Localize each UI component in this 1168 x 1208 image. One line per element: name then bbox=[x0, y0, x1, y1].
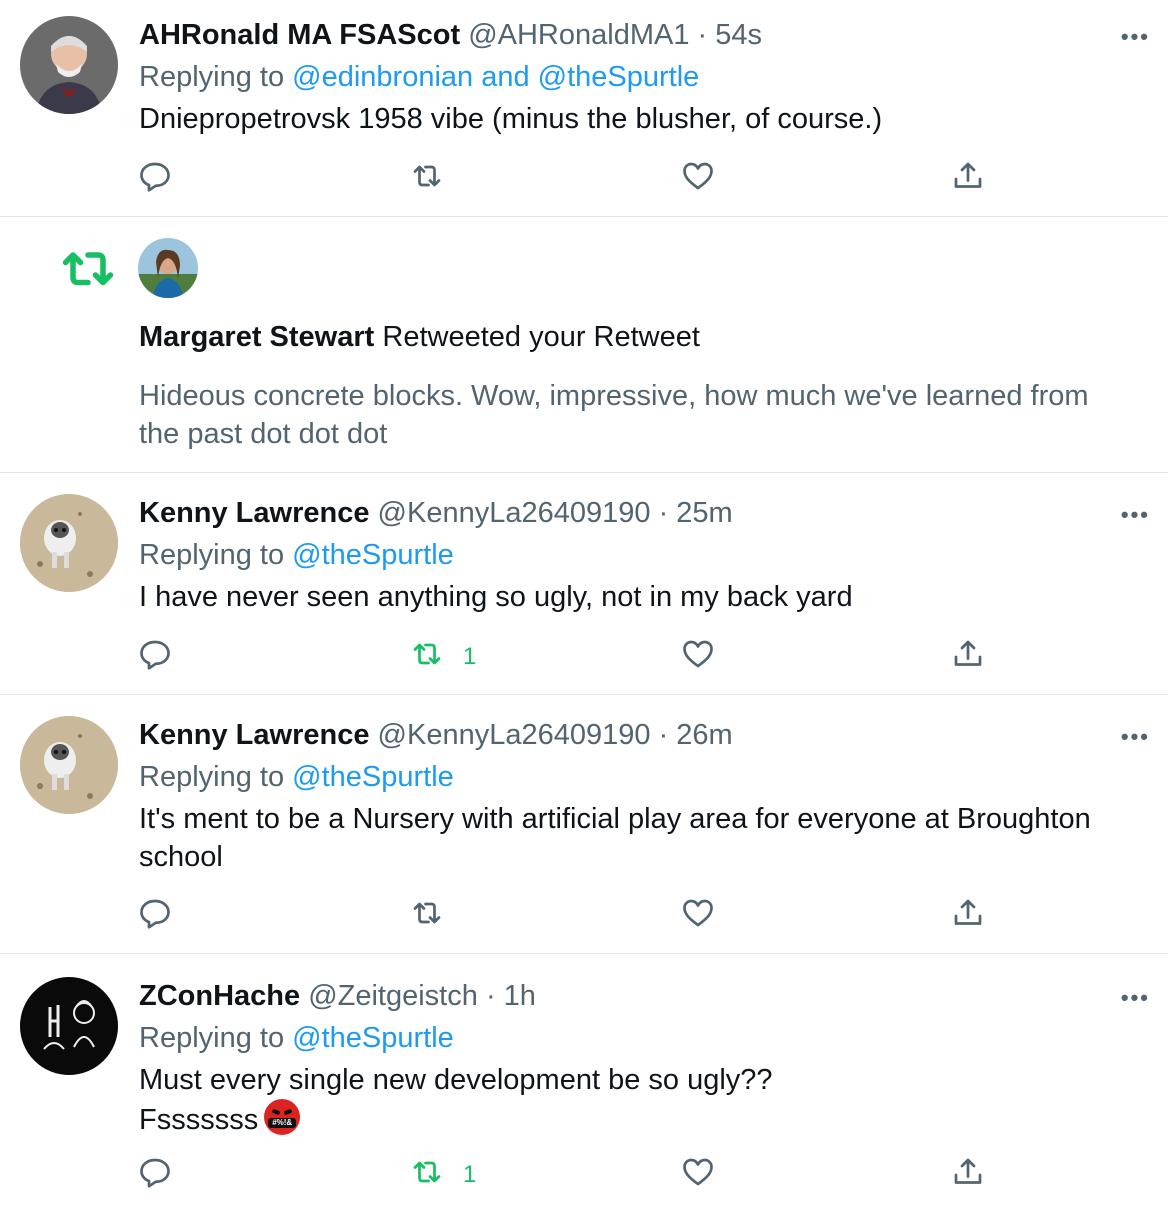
notification-line: Margaret Stewart Retweeted your Retweet bbox=[139, 320, 700, 354]
like-icon bbox=[680, 895, 720, 931]
replying-to: Replying to @theSpurtle bbox=[139, 538, 454, 572]
timestamp[interactable]: 54s bbox=[715, 19, 762, 51]
tweet-text: It's ment to be a Nursery with artificia… bbox=[139, 800, 1159, 876]
notification-action: Retweeted your Retweet bbox=[382, 321, 700, 353]
author-line: Kenny Lawrence @KennyLa26409190 · 25m bbox=[139, 496, 733, 530]
more-icon[interactable]: ••• bbox=[1121, 24, 1150, 50]
like-icon bbox=[680, 158, 720, 194]
replying-prefix: Replying to bbox=[139, 761, 285, 793]
share-icon bbox=[950, 636, 990, 672]
more-icon[interactable]: ••• bbox=[1121, 985, 1150, 1011]
tweet-text-line: It's ment to be a Nursery with artificia… bbox=[139, 803, 1091, 835]
tweet[interactable]: AHRonald MA FSAScot @AHRonaldMA1 · 54s •… bbox=[0, 0, 1168, 217]
tweet-text-line: Fsssssss #%!& bbox=[139, 1099, 1159, 1139]
like-icon bbox=[680, 636, 720, 672]
display-name[interactable]: AHRonald MA FSAScot bbox=[139, 19, 460, 51]
handle[interactable]: @KennyLa26409190 bbox=[378, 719, 651, 751]
emoji-symbols: #%!& bbox=[268, 1118, 297, 1128]
separator: · bbox=[485, 980, 496, 1012]
share-button[interactable] bbox=[950, 895, 990, 935]
share-button[interactable] bbox=[950, 636, 990, 676]
tweet-text: I have never seen anything so ugly, not … bbox=[139, 581, 853, 613]
mention-link[interactable]: @theSpurtle bbox=[292, 761, 454, 793]
retweet-notification[interactable]: Margaret Stewart Retweeted your Retweet … bbox=[0, 217, 1168, 473]
like-button[interactable] bbox=[680, 895, 720, 935]
handle[interactable]: @KennyLa26409190 bbox=[378, 497, 651, 529]
timestamp[interactable]: 25m bbox=[676, 497, 732, 529]
display-name[interactable]: Kenny Lawrence bbox=[139, 719, 369, 751]
reply-icon bbox=[137, 1154, 177, 1190]
handle[interactable]: @Zeitgeistch bbox=[308, 980, 478, 1012]
retweet-icon bbox=[409, 636, 449, 672]
reply-icon bbox=[137, 636, 177, 672]
tweet-text: Must every single new development be so … bbox=[139, 1061, 1159, 1139]
retweet-count: 1 bbox=[463, 1161, 477, 1188]
reply-icon bbox=[137, 158, 177, 194]
replying-to: Replying to @edinbronian and @theSpurtle bbox=[139, 60, 699, 94]
share-button[interactable] bbox=[950, 158, 990, 198]
tweet-text: Dniepropetrovsk 1958 vibe (minus the blu… bbox=[139, 103, 883, 135]
avatar[interactable] bbox=[20, 716, 118, 814]
reply-button[interactable] bbox=[137, 158, 177, 198]
mention-link[interactable]: @edinbronian and @theSpurtle bbox=[292, 61, 699, 93]
tweet-text-fragment: Fsssssss bbox=[139, 1104, 259, 1136]
display-name[interactable]: Margaret Stewart bbox=[139, 321, 374, 353]
like-icon bbox=[680, 1154, 720, 1190]
avatar[interactable] bbox=[20, 16, 118, 114]
author-line: AHRonald MA FSAScot @AHRonaldMA1 · 54s bbox=[139, 18, 762, 52]
retweet-icon bbox=[409, 895, 449, 931]
replying-to: Replying to @theSpurtle bbox=[139, 1021, 454, 1055]
avatar[interactable] bbox=[20, 977, 118, 1075]
tweet[interactable]: Kenny Lawrence @KennyLa26409190 · 26m ••… bbox=[0, 695, 1168, 954]
like-button[interactable] bbox=[680, 1154, 720, 1194]
retweet-count: 1 bbox=[463, 643, 477, 670]
more-icon[interactable]: ••• bbox=[1121, 502, 1150, 528]
tweet[interactable]: Kenny Lawrence @KennyLa26409190 · 25m ••… bbox=[0, 473, 1168, 695]
retweet-button[interactable] bbox=[409, 1154, 449, 1194]
separator: · bbox=[658, 719, 669, 751]
retweet-icon bbox=[56, 245, 120, 295]
mention-link[interactable]: @theSpurtle bbox=[292, 539, 454, 571]
retweet-button[interactable] bbox=[409, 636, 449, 676]
retweet-icon bbox=[409, 158, 449, 194]
quoted-text: Hideous concrete blocks. Wow, impressive… bbox=[139, 377, 1159, 453]
share-icon bbox=[950, 158, 990, 194]
share-button[interactable] bbox=[950, 1154, 990, 1194]
mention-link[interactable]: @theSpurtle bbox=[292, 1022, 454, 1054]
reply-button[interactable] bbox=[137, 895, 177, 935]
tweet-text-line: Must every single new development be so … bbox=[139, 1064, 773, 1096]
display-name[interactable]: Kenny Lawrence bbox=[139, 497, 369, 529]
more-icon[interactable]: ••• bbox=[1121, 724, 1150, 750]
timestamp[interactable]: 26m bbox=[676, 719, 732, 751]
retweet-button[interactable] bbox=[409, 895, 449, 935]
handle[interactable]: @AHRonaldMA1 bbox=[468, 19, 689, 51]
like-button[interactable] bbox=[680, 158, 720, 198]
reply-icon bbox=[137, 895, 177, 931]
author-line: ZConHache @Zeitgeistch · 1h bbox=[139, 979, 536, 1013]
display-name[interactable]: ZConHache bbox=[139, 980, 300, 1012]
avatar[interactable] bbox=[20, 494, 118, 592]
reply-button[interactable] bbox=[137, 636, 177, 676]
replying-prefix: Replying to bbox=[139, 61, 285, 93]
share-icon bbox=[950, 1154, 990, 1190]
timestamp[interactable]: 1h bbox=[504, 980, 536, 1012]
quoted-text-line: Hideous concrete blocks. Wow, impressive… bbox=[139, 380, 1089, 412]
reply-button[interactable] bbox=[137, 1154, 177, 1194]
retweet-button[interactable] bbox=[409, 158, 449, 198]
tweet-text-line: school bbox=[139, 841, 223, 873]
tweet[interactable]: ZConHache @Zeitgeistch · 1h ••• Replying… bbox=[0, 954, 1168, 1208]
swearing-emoji-icon: #%!& bbox=[264, 1099, 301, 1135]
replying-prefix: Replying to bbox=[139, 1022, 285, 1054]
replying-to: Replying to @theSpurtle bbox=[139, 760, 454, 794]
author-line: Kenny Lawrence @KennyLa26409190 · 26m bbox=[139, 718, 733, 752]
avatar[interactable] bbox=[138, 238, 198, 298]
quoted-text-line: the past dot dot dot bbox=[139, 418, 388, 450]
separator: · bbox=[658, 497, 669, 529]
replying-prefix: Replying to bbox=[139, 539, 285, 571]
retweet-icon bbox=[409, 1154, 449, 1190]
share-icon bbox=[950, 895, 990, 931]
like-button[interactable] bbox=[680, 636, 720, 676]
separator: · bbox=[697, 19, 708, 51]
